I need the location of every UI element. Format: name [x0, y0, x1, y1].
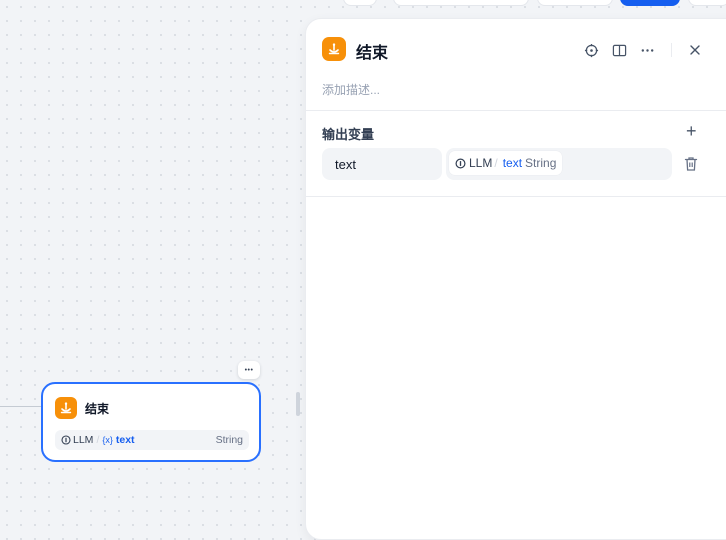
- add-output-button[interactable]: +: [686, 122, 697, 140]
- close-icon: [690, 45, 700, 55]
- node-var-type: String: [215, 434, 243, 446]
- llm-icon: [61, 435, 71, 445]
- end-node[interactable]: 结束 LLM / {x} text String: [41, 382, 261, 462]
- node-var-name: text: [115, 434, 135, 446]
- ref-separator: /: [494, 156, 498, 170]
- delete-variable-button[interactable]: [684, 156, 698, 172]
- flag-icon: [328, 43, 340, 55]
- ref-type: String: [525, 156, 557, 170]
- divider: [306, 110, 726, 111]
- publish-button[interactable]: [620, 0, 680, 6]
- flag-icon: [60, 402, 72, 414]
- end-node-icon: [55, 397, 77, 419]
- toolbar-button-3[interactable]: [537, 0, 613, 6]
- node-config-panel: 结束 添加描述... 输出变量 + text LLM / text String: [305, 18, 726, 540]
- toolbar-button-5[interactable]: [688, 0, 726, 6]
- trash-icon: [684, 157, 698, 171]
- output-variable-ref-picker[interactable]: LLM / text String: [446, 148, 672, 180]
- panel-title[interactable]: 结束: [356, 39, 388, 63]
- divider: [306, 196, 726, 197]
- toolbar-divider: [671, 43, 672, 57]
- variable-reference-chip[interactable]: LLM / text String: [449, 151, 563, 175]
- locate-node-button[interactable]: [582, 41, 600, 59]
- node-more-button[interactable]: •••: [238, 361, 260, 379]
- node-var-source: LLM: [73, 434, 94, 446]
- panel-node-icon: [322, 37, 346, 61]
- variable-icon: {x}: [102, 435, 113, 445]
- docs-button[interactable]: [610, 41, 628, 59]
- connection-edge[interactable]: [0, 406, 42, 407]
- more-icon: •••: [244, 366, 254, 374]
- locate-icon: [584, 43, 598, 57]
- more-options-button[interactable]: [638, 41, 656, 59]
- llm-icon: [455, 157, 466, 169]
- book-icon: [612, 44, 626, 56]
- node-variable-row: LLM / {x} text String: [55, 430, 249, 450]
- ref-name: text: [502, 156, 523, 170]
- output-section-title: 输出变量: [322, 127, 375, 142]
- node-title: 结束: [85, 402, 110, 416]
- toolbar-button-1[interactable]: [343, 0, 377, 6]
- node-var-separator: /: [96, 434, 100, 446]
- description-input[interactable]: 添加描述...: [322, 81, 380, 98]
- more-icon: [641, 48, 653, 52]
- toolbar-button-2[interactable]: [393, 0, 529, 6]
- panel-resize-handle[interactable]: [296, 392, 300, 416]
- close-panel-button[interactable]: [686, 41, 704, 59]
- output-variable-name-input[interactable]: text: [322, 148, 442, 180]
- ref-source: LLM: [469, 156, 493, 170]
